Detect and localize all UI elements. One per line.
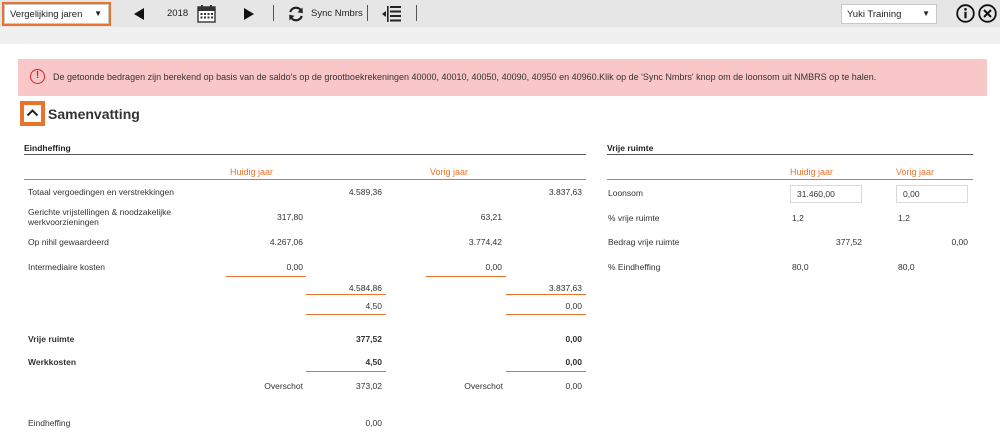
prev-value: 63,21: [480, 212, 502, 222]
cur-value: 4.267,06: [269, 237, 303, 247]
overschot-prev: 0,00: [565, 381, 582, 391]
overschot-label-cur: Overschot: [264, 381, 303, 391]
toolbar-divider: [367, 5, 368, 21]
administration-select-value: Yuki Training: [847, 9, 902, 20]
vrije-ruimte-divider: [607, 154, 973, 155]
vrije-ruimte-prev: 0,00: [565, 334, 582, 344]
sum-line: [306, 314, 386, 315]
eindheffing-col-previous: Vorig jaar: [430, 167, 469, 177]
prev-value: 3.774,42: [468, 237, 502, 247]
vrije-ruimte-col-current: Huidig jaar: [790, 167, 834, 177]
info-alert: ! De getoonde bedragen zijn berekend op …: [18, 59, 987, 96]
eindheffing-col-current: Huidig jaar: [230, 167, 274, 177]
exclamation-icon: !: [30, 69, 45, 84]
pct-eindheffing-prev: 80,0: [898, 262, 915, 272]
loonsom-current-input[interactable]: [790, 185, 862, 203]
werkkosten-cur: 4,50: [365, 357, 382, 367]
sum-line: [226, 276, 306, 277]
bedrag-vrije-ruimte-cur: 377,52: [836, 237, 862, 247]
row-label: Intermediaire kosten: [28, 262, 106, 272]
year-label: 2018: [167, 8, 189, 19]
previous-year-button[interactable]: [131, 3, 147, 24]
werkkosten-label: Werkkosten: [28, 357, 77, 367]
sum-line: [306, 371, 386, 372]
prev-value: 0,00: [485, 262, 502, 272]
chevron-up-icon: [26, 109, 39, 117]
sum-line: [506, 371, 586, 372]
row-label: Totaal vergoedingen en verstrekkingen: [28, 187, 175, 197]
sum-line: [506, 294, 586, 295]
overschot-label-prev: Overschot: [464, 381, 503, 391]
pct-vrije-ruimte-label: % vrije ruimte: [608, 213, 660, 223]
sum-line: [426, 276, 506, 277]
vrije-ruimte-label: Vrije ruimte: [28, 334, 75, 344]
triangle-right-icon: [243, 7, 254, 20]
collapse-section-button[interactable]: [20, 101, 45, 126]
difference-cur: 4,50: [365, 301, 382, 311]
calendar-button[interactable]: [195, 3, 217, 24]
alert-message: De getoonde bedragen zijn berekend op ba…: [53, 72, 877, 82]
eindheffing-total-label: Eindheffing: [28, 418, 71, 428]
info-icon: [955, 4, 975, 23]
row-label: Gerichte vrijstellingen & noodzakelijke …: [28, 207, 172, 227]
close-button[interactable]: [977, 3, 997, 24]
sync-nmbrs-button[interactable]: [286, 3, 306, 24]
calendar-icon: [196, 4, 216, 23]
section-title: Samenvatting: [48, 106, 140, 122]
sync-nmbrs-label[interactable]: Sync Nmbrs: [311, 8, 363, 19]
vrije-ruimte-header-line: [607, 179, 973, 180]
bedrag-vrije-ruimte-prev: 0,00: [951, 237, 968, 247]
bedrag-vrije-ruimte-label: Bedrag vrije ruimte: [608, 237, 680, 247]
cur-total-value: 4.589,36: [348, 187, 382, 197]
vrije-ruimte-col-previous: Vorig jaar: [896, 167, 935, 177]
cur-value: 0,00: [286, 262, 303, 272]
eindheffing-divider: [24, 154, 586, 155]
list-indent-icon: [382, 5, 401, 22]
vrije-ruimte-title: Vrije ruimte: [607, 143, 654, 153]
toolbar-divider: [416, 5, 417, 21]
view-select-value: Vergelijking jaren: [10, 9, 83, 20]
chevron-down-icon: ▼: [922, 9, 930, 18]
subtotal-prev: 3.837,63: [548, 283, 582, 293]
sum-line: [306, 294, 386, 295]
subtotal-cur: 4.584,86: [348, 283, 382, 293]
pct-eindheffing-label: % Eindheffing: [608, 262, 661, 272]
overschot-cur: 373,02: [356, 381, 382, 391]
pct-vrije-ruimte-prev: 1,2: [898, 213, 910, 223]
refresh-icon: [289, 6, 303, 21]
loonsom-label: Loonsom: [608, 188, 643, 198]
eindheffing-total-cur: 0,00: [365, 418, 382, 428]
info-button[interactable]: [955, 3, 975, 24]
cur-value: 317,80: [277, 212, 303, 222]
toolbar-divider: [273, 5, 274, 21]
chevron-down-icon: ▼: [94, 9, 102, 18]
collapse-list-button[interactable]: [381, 3, 403, 24]
loonsom-previous-input[interactable]: [896, 185, 968, 203]
close-icon: [977, 4, 997, 23]
difference-prev: 0,00: [565, 301, 582, 311]
sum-line: [506, 314, 586, 315]
pct-vrije-ruimte-cur: 1,2: [792, 213, 804, 223]
eindheffing-header-line: [24, 179, 586, 180]
triangle-left-icon: [133, 7, 144, 20]
next-year-button[interactable]: [241, 3, 257, 24]
row-label: Op nihil gewaardeerd: [28, 237, 109, 247]
prev-total-value: 3.837,63: [548, 187, 582, 197]
administration-select[interactable]: Yuki Training ▼: [841, 4, 937, 24]
vrije-ruimte-cur: 377,52: [356, 334, 382, 344]
eindheffing-title: Eindheffing: [24, 143, 71, 153]
view-select[interactable]: Vergelijking jaren ▼: [2, 2, 111, 26]
pct-eindheffing-cur: 80,0: [792, 262, 809, 272]
werkkosten-prev: 0,00: [565, 357, 582, 367]
toolbar-subbar: [0, 27, 1000, 44]
